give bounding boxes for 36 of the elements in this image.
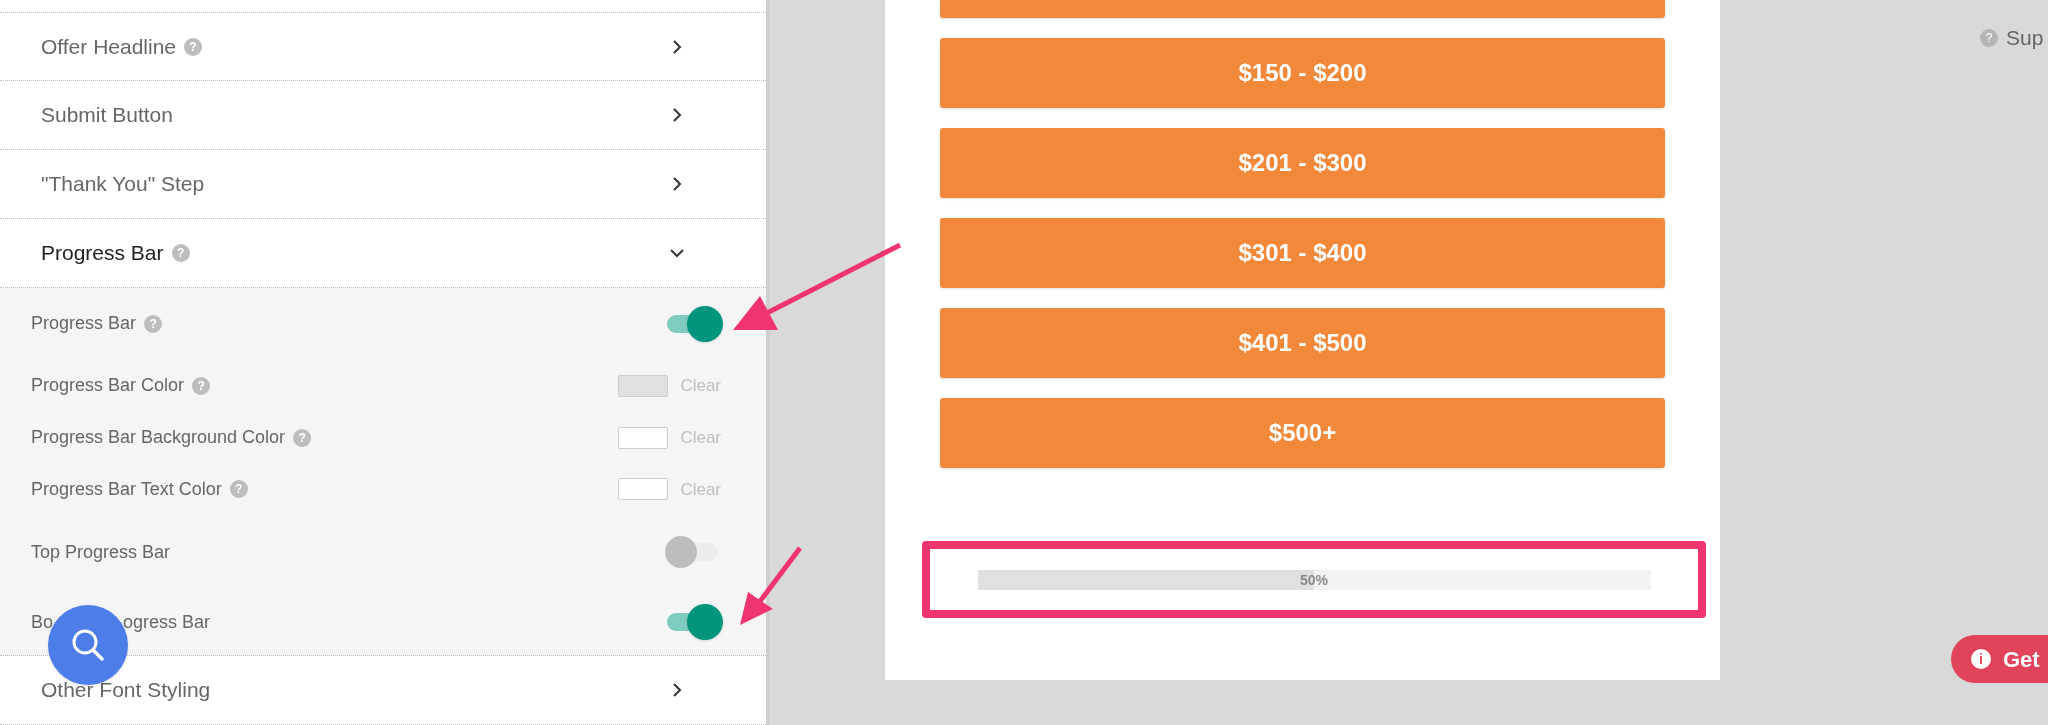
help-icon: ? [293, 428, 312, 447]
section-title: Offer Headline [41, 33, 177, 60]
section-title: Other Font Styling [41, 677, 211, 704]
option-button[interactable]: $301 - $400 [940, 218, 1665, 288]
option-button[interactable]: $201 - $300 [940, 128, 1665, 198]
section-title: Submit Button [41, 102, 173, 129]
help-icon: ? [171, 244, 190, 262]
help-icon: ? [184, 37, 203, 56]
search-icon [70, 627, 106, 663]
get-button[interactable]: i Get [1951, 635, 2048, 683]
color-swatch[interactable] [618, 426, 669, 449]
option-button[interactable]: $500+ [940, 398, 1665, 468]
progress-label: 50% [1299, 570, 1329, 590]
setting-label: Bo [31, 610, 54, 634]
option-button[interactable] [940, 0, 1665, 18]
setting-label: Progress Bar [31, 312, 137, 336]
setting-label: Progress Bar Text Color [31, 477, 222, 501]
setting-label: Progress Bar Color [31, 374, 185, 398]
setting-label: ogress Bar [123, 610, 211, 634]
color-swatch[interactable] [618, 374, 669, 397]
section-title: "Thank You" Step [41, 171, 205, 198]
setting-label: Top Progress Bar [31, 540, 171, 564]
help-label: Sup [2006, 25, 2044, 51]
help-icon: ? [192, 376, 211, 395]
setting-label: Progress Bar Background Color [31, 426, 286, 450]
help-icon: ? [1980, 28, 1998, 47]
toggle-switch[interactable] [665, 305, 723, 342]
help-icon: ? [229, 480, 248, 499]
accordion-header[interactable]: Offer Headline ? [0, 12, 766, 81]
section-title: Progress Bar [41, 240, 164, 267]
option-button[interactable]: $150 - $200 [940, 38, 1665, 108]
toggle-switch[interactable] [665, 604, 723, 641]
help-icon: ? [144, 314, 163, 333]
color-swatch[interactable] [618, 478, 669, 501]
info-icon: i [1971, 649, 1991, 669]
option-button[interactable]: $401 - $500 [940, 308, 1665, 378]
